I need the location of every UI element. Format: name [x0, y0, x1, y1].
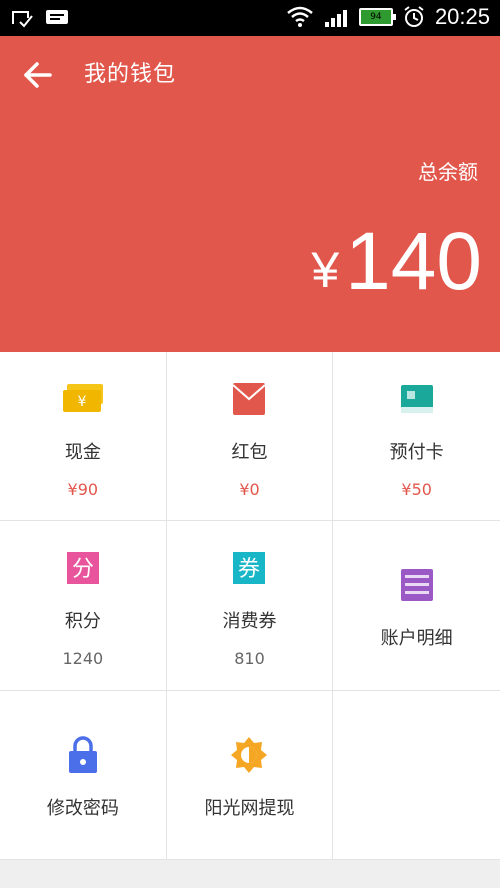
grid-item-label: 账户明细 — [380, 628, 453, 650]
grid-item-sunshine-withdraw[interactable]: 阳光网提现 — [166, 690, 334, 860]
total-balance-label: 总余额 — [418, 160, 478, 184]
points-glyph: 分 — [72, 557, 94, 582]
cell-signal-icon — [324, 10, 347, 27]
points-icon: 分 — [58, 543, 108, 593]
grid-item-label: 红包 — [231, 441, 268, 463]
grid-item-points[interactable]: 分 积分 1240 — [0, 521, 167, 691]
grid-item-value: 810 — [234, 648, 265, 668]
grid-item-label: 修改密码 — [46, 797, 119, 819]
grid-item-red-envelope[interactable]: 红包 ¥0 — [166, 352, 334, 522]
grid-item-cash[interactable]: ¥ 现金 ¥90 — [0, 352, 167, 522]
card-icon — [392, 374, 442, 424]
account-detail-icon — [392, 560, 442, 610]
page-title: 我的钱包 — [84, 62, 177, 87]
wifi-icon — [287, 6, 313, 27]
grid-empty-cell — [333, 691, 500, 860]
battery-level: 94 — [370, 12, 382, 22]
status-bar: 94 20:25 — [0, 0, 500, 36]
back-button[interactable] — [18, 54, 60, 96]
cash-icon: ¥ — [58, 374, 108, 424]
balance-amount: 140 — [345, 216, 482, 307]
back-arrow-icon — [24, 62, 52, 88]
envelope-icon — [224, 374, 274, 424]
grid-item-label: 积分 — [64, 610, 101, 632]
coupon-glyph: 券 — [238, 557, 260, 582]
alarm-icon — [404, 6, 424, 27]
bottom-band — [0, 860, 500, 888]
grid-item-value: ¥50 — [401, 479, 432, 499]
grid-item-change-password[interactable]: 修改密码 — [0, 690, 167, 860]
grid-item-label: 消费券 — [222, 610, 277, 632]
sun-icon — [224, 730, 274, 780]
grid-item-label: 阳光网提现 — [204, 797, 295, 819]
signal-check-icon — [12, 11, 33, 28]
svg-text:¥: ¥ — [77, 394, 86, 410]
coupon-icon: 券 — [224, 543, 274, 593]
lock-icon — [58, 730, 108, 780]
wallet-grid: ¥ 现金 ¥90 红包 ¥0 预付卡 ¥50 分 积分 1240 券 消费券 8… — [0, 352, 500, 860]
grid-item-label: 预付卡 — [389, 441, 444, 463]
grid-item-coupon[interactable]: 券 消费券 810 — [166, 521, 334, 691]
status-time: 20:25 — [434, 4, 490, 29]
currency-symbol: ¥ — [311, 242, 340, 298]
total-balance: ¥ 140 — [311, 221, 482, 303]
grid-item-account-detail[interactable]: 账户明细 — [333, 521, 500, 691]
grid-item-label: 现金 — [64, 441, 101, 463]
grid-item-value: ¥90 — [67, 479, 99, 499]
grid-item-prepaid-card[interactable]: 预付卡 ¥50 — [333, 352, 500, 522]
message-icon — [46, 10, 68, 24]
wallet-header: 我的钱包 总余额 ¥ 140 — [0, 36, 500, 352]
grid-item-value: 1240 — [62, 648, 104, 668]
grid-item-value: ¥0 — [239, 479, 260, 499]
battery-icon: 94 — [358, 8, 396, 26]
